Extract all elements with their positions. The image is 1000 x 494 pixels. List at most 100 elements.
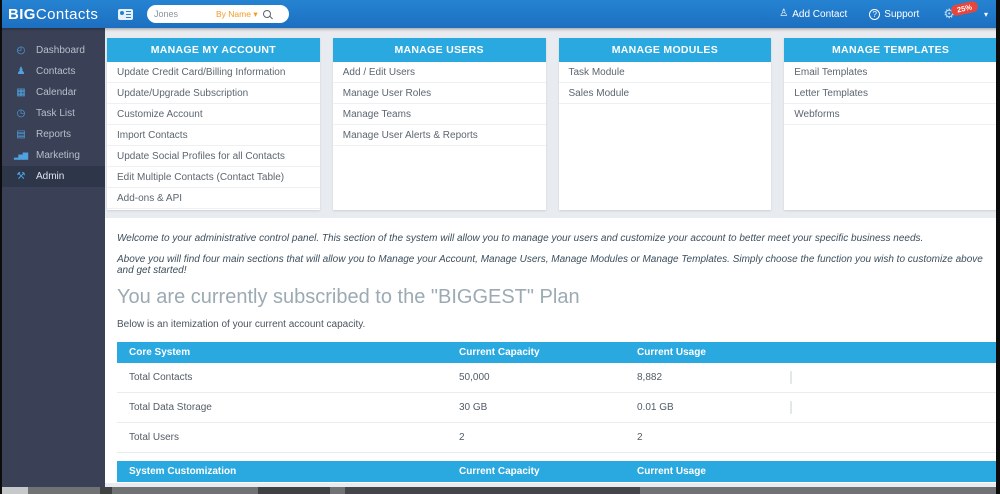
row-usage: 2 xyxy=(637,432,643,443)
sidebar-item-admin[interactable]: Admin xyxy=(0,166,105,187)
panel-link[interactable]: Edit Multiple Contacts (Contact Table) xyxy=(107,167,320,188)
panel-link[interactable]: Task Module xyxy=(558,62,772,83)
sidebar-item-marketing[interactable]: Marketing xyxy=(0,145,105,166)
section-title: System Customization xyxy=(129,466,237,477)
row-capacity: 50,000 xyxy=(459,372,490,383)
panel-link[interactable]: Manage User Roles xyxy=(332,83,546,104)
help-icon: ? xyxy=(869,8,881,20)
col-current-usage: Current Usage xyxy=(637,466,706,477)
capacity-table: Core System Current Capacity Current Usa… xyxy=(117,342,1000,453)
sidebar-nav: Dashboard Contacts Calendar Task List Re… xyxy=(0,28,105,494)
app-logo: BIGContacts xyxy=(8,6,110,23)
admin-panel: MANAGE MODULES Task Module Sales Module xyxy=(558,38,772,210)
sidebar-item-label: Admin xyxy=(36,171,65,182)
intro-line-2: Above you will find four main sections t… xyxy=(117,254,983,276)
sidebar-item-label: Marketing xyxy=(36,150,80,161)
sidebar-item-label: Calendar xyxy=(36,87,77,98)
panel-link[interactable]: Manage User Alerts & Reports xyxy=(332,125,546,146)
col-current-usage: Current Usage xyxy=(637,347,706,358)
capacity-tables: Core System Current Capacity Current Usa… xyxy=(117,342,1000,483)
plan-heading: You are currently subscribed to the "BIG… xyxy=(117,286,580,308)
calendar-icon xyxy=(14,87,27,98)
reports-icon xyxy=(14,129,27,140)
table-row: Total Data Storage 30 GB 0.01 GB xyxy=(117,393,1000,423)
window-left-edge xyxy=(0,0,2,494)
table-row: Total Contacts 50,000 8,882 xyxy=(117,363,1000,393)
panel-title: MANAGE MY ACCOUNT xyxy=(107,38,320,62)
row-capacity: 2 xyxy=(459,432,465,443)
account-menu[interactable]: ⚙ 25% ▾ xyxy=(943,0,988,22)
panel-link[interactable]: Webforms xyxy=(784,104,997,125)
table-header-row: System Customization Current Capacity Cu… xyxy=(117,461,1000,482)
panel-title: MANAGE USERS xyxy=(332,38,546,62)
panel-link[interactable]: Import Contacts xyxy=(107,125,320,146)
sidebar-item-calendar[interactable]: Calendar xyxy=(0,82,105,103)
usage-progress-bar xyxy=(790,401,792,414)
main-content: MANAGE MY ACCOUNT Update Credit Card/Bil… xyxy=(105,28,1000,494)
capacity-table: System Customization Current Capacity Cu… xyxy=(117,461,1000,483)
col-current-capacity: Current Capacity xyxy=(459,347,540,358)
panel-link[interactable]: Add-ons & API xyxy=(107,188,320,209)
sidebar-item-dashboard[interactable]: Dashboard xyxy=(0,40,105,61)
panel-link[interactable]: Update/Upgrade Subscription xyxy=(107,83,320,104)
section-title: Core System xyxy=(129,347,191,358)
intro-text: Welcome to your administrative control p… xyxy=(117,233,1000,276)
sidebar-item-label: Dashboard xyxy=(36,45,85,56)
search-filter-dropdown[interactable]: By Name ▾ xyxy=(216,9,258,20)
chevron-down-icon: ▾ xyxy=(253,8,258,19)
sidebar-item-task-list[interactable]: Task List xyxy=(0,103,105,124)
usage-progress-bar xyxy=(790,371,792,384)
search-icon[interactable] xyxy=(262,10,271,18)
sidebar-item-label: Contacts xyxy=(36,66,76,77)
marketing-icon xyxy=(14,150,27,161)
panel-link[interactable]: Update Social Profiles for all Contacts xyxy=(107,146,320,167)
admin-panel: MANAGE MY ACCOUNT Update Credit Card/Bil… xyxy=(107,38,320,210)
sidebar-item-label: Task List xyxy=(36,108,75,119)
intro-line-1: Welcome to your administrative control p… xyxy=(117,233,924,244)
window-right-edge xyxy=(996,0,1000,494)
row-usage: 0.01 GB xyxy=(637,402,674,413)
plan-section: Welcome to your administrative control p… xyxy=(105,218,1000,483)
search-input[interactable] xyxy=(154,9,216,19)
top-navbar: BIGContacts By Name ▾ ♙ Add Contact ? Su… xyxy=(0,0,1000,28)
panel-link[interactable]: Add / Edit Users xyxy=(332,62,546,83)
panel-link[interactable]: Customize Account xyxy=(107,104,320,125)
admin-panel: MANAGE USERS Add / Edit Users Manage Use… xyxy=(332,38,546,210)
panel-title: MANAGE TEMPLATES xyxy=(784,38,997,62)
support-button[interactable]: ? Support xyxy=(869,8,919,20)
table-row: Total Users 2 2 xyxy=(117,423,1000,453)
sidebar-item-contacts[interactable]: Contacts xyxy=(0,61,105,82)
contact-card-icon[interactable] xyxy=(118,8,133,20)
app-window: BIGContacts By Name ▾ ♙ Add Contact ? Su… xyxy=(0,0,1000,494)
panel-link[interactable]: Manage Teams xyxy=(332,104,546,125)
chevron-down-icon: ▾ xyxy=(983,9,988,19)
taskbar-strip xyxy=(0,487,1000,494)
row-label: Total Users xyxy=(129,432,180,443)
panel-link[interactable]: Update Credit Card/Billing Information xyxy=(107,62,320,83)
table-row: Contact Groups 20 6 xyxy=(117,482,1000,483)
row-capacity: 30 GB xyxy=(459,402,488,413)
plan-subheading: Below is an itemization of your current … xyxy=(117,319,366,330)
logo-rest: Contacts xyxy=(35,5,99,23)
row-label: Total Contacts xyxy=(129,372,193,383)
admin-panel: MANAGE TEMPLATES Email Templates Letter … xyxy=(784,38,997,210)
add-contact-icon: ♙ xyxy=(779,8,789,19)
dashboard-icon xyxy=(14,45,27,56)
contacts-icon xyxy=(14,66,27,77)
table-header-row: Core System Current Capacity Current Usa… xyxy=(117,342,1000,363)
usage-percent-badge: 25% xyxy=(950,0,979,17)
add-contact-button[interactable]: ♙ Add Contact xyxy=(779,9,847,20)
panel-title: MANAGE MODULES xyxy=(558,38,772,62)
panel-link[interactable]: Email Templates xyxy=(784,62,997,83)
panel-link[interactable]: Letter Templates xyxy=(784,83,997,104)
tasklist-icon xyxy=(14,108,27,119)
col-current-capacity: Current Capacity xyxy=(459,466,540,477)
panel-link[interactable]: Sales Module xyxy=(558,83,772,104)
wrench-icon xyxy=(14,171,27,182)
logo-bold: BIG xyxy=(8,5,36,23)
row-label: Total Data Storage xyxy=(129,402,212,413)
sidebar-item-label: Reports xyxy=(36,129,72,140)
admin-panels: MANAGE MY ACCOUNT Update Credit Card/Bil… xyxy=(105,28,1000,210)
search-box[interactable]: By Name ▾ xyxy=(147,5,289,23)
sidebar-item-reports[interactable]: Reports xyxy=(0,124,105,145)
